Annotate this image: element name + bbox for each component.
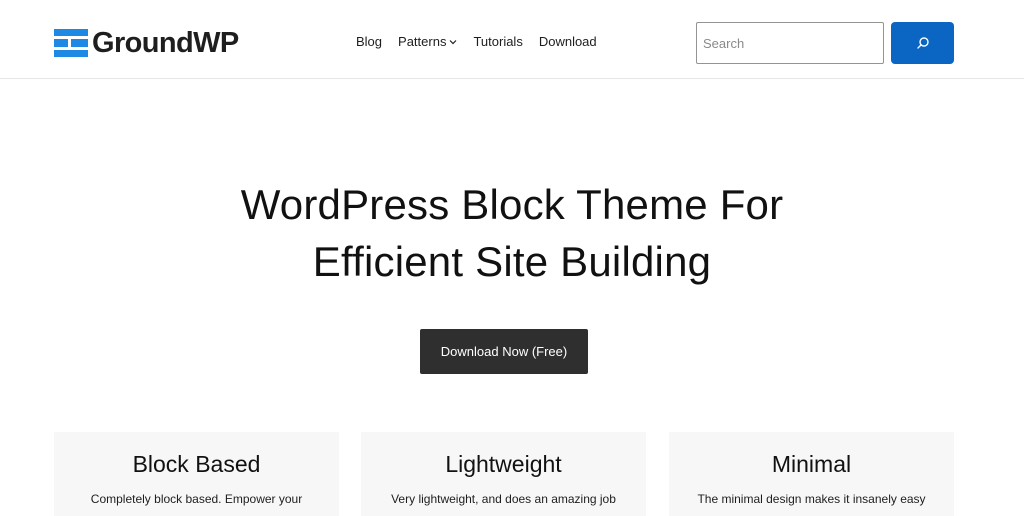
feature-card-block-based: Block Based Completely block based. Empo… bbox=[54, 432, 339, 516]
nav-item-tutorials[interactable]: Tutorials bbox=[473, 33, 522, 51]
feature-text: Very lightweight, and does an amazing jo… bbox=[391, 492, 616, 506]
search-icon bbox=[916, 37, 929, 49]
search-button[interactable] bbox=[891, 22, 954, 64]
nav-item-patterns[interactable]: Patterns bbox=[398, 33, 457, 51]
feature-title: Minimal bbox=[771, 451, 852, 477]
download-now-button[interactable]: Download Now (Free) bbox=[420, 329, 588, 374]
hero-title-line-1: WordPress Block Theme For bbox=[240, 181, 784, 228]
chevron-down-icon bbox=[450, 40, 457, 45]
feature-card-minimal: Minimal The minimal design makes it insa… bbox=[669, 432, 954, 516]
site-logo[interactable]: GroundWP bbox=[54, 27, 239, 59]
nav-item-label: Download bbox=[538, 34, 597, 49]
logo-brick-icon bbox=[54, 29, 88, 57]
hero-title-line-2: Efficient Site Building bbox=[312, 238, 712, 285]
nav-item-label: Blog bbox=[356, 34, 383, 49]
search-input[interactable] bbox=[696, 22, 884, 64]
nav-item-blog[interactable]: Blog bbox=[356, 33, 382, 51]
feature-title: Lightweight bbox=[445, 451, 562, 477]
nav-item-label: Patterns bbox=[398, 34, 447, 49]
feature-card-lightweight: Lightweight Very lightweight, and does a… bbox=[361, 432, 646, 516]
main-nav: Blog Patterns Tutorials Download bbox=[356, 33, 597, 51]
feature-text: Completely block based. Empower your bbox=[90, 492, 303, 506]
hero-title: WordPress Block Theme For Efficient Site… bbox=[0, 176, 1024, 290]
feature-text: The minimal design makes it insanely eas… bbox=[697, 492, 926, 506]
site-header: GroundWP Blog Patterns Tutorials Downloa… bbox=[0, 0, 1024, 79]
nav-item-label: Tutorials bbox=[473, 34, 523, 49]
feature-title: Block Based bbox=[132, 451, 261, 477]
logo-text: GroundWP bbox=[92, 27, 239, 59]
nav-item-download[interactable]: Download bbox=[539, 33, 597, 51]
